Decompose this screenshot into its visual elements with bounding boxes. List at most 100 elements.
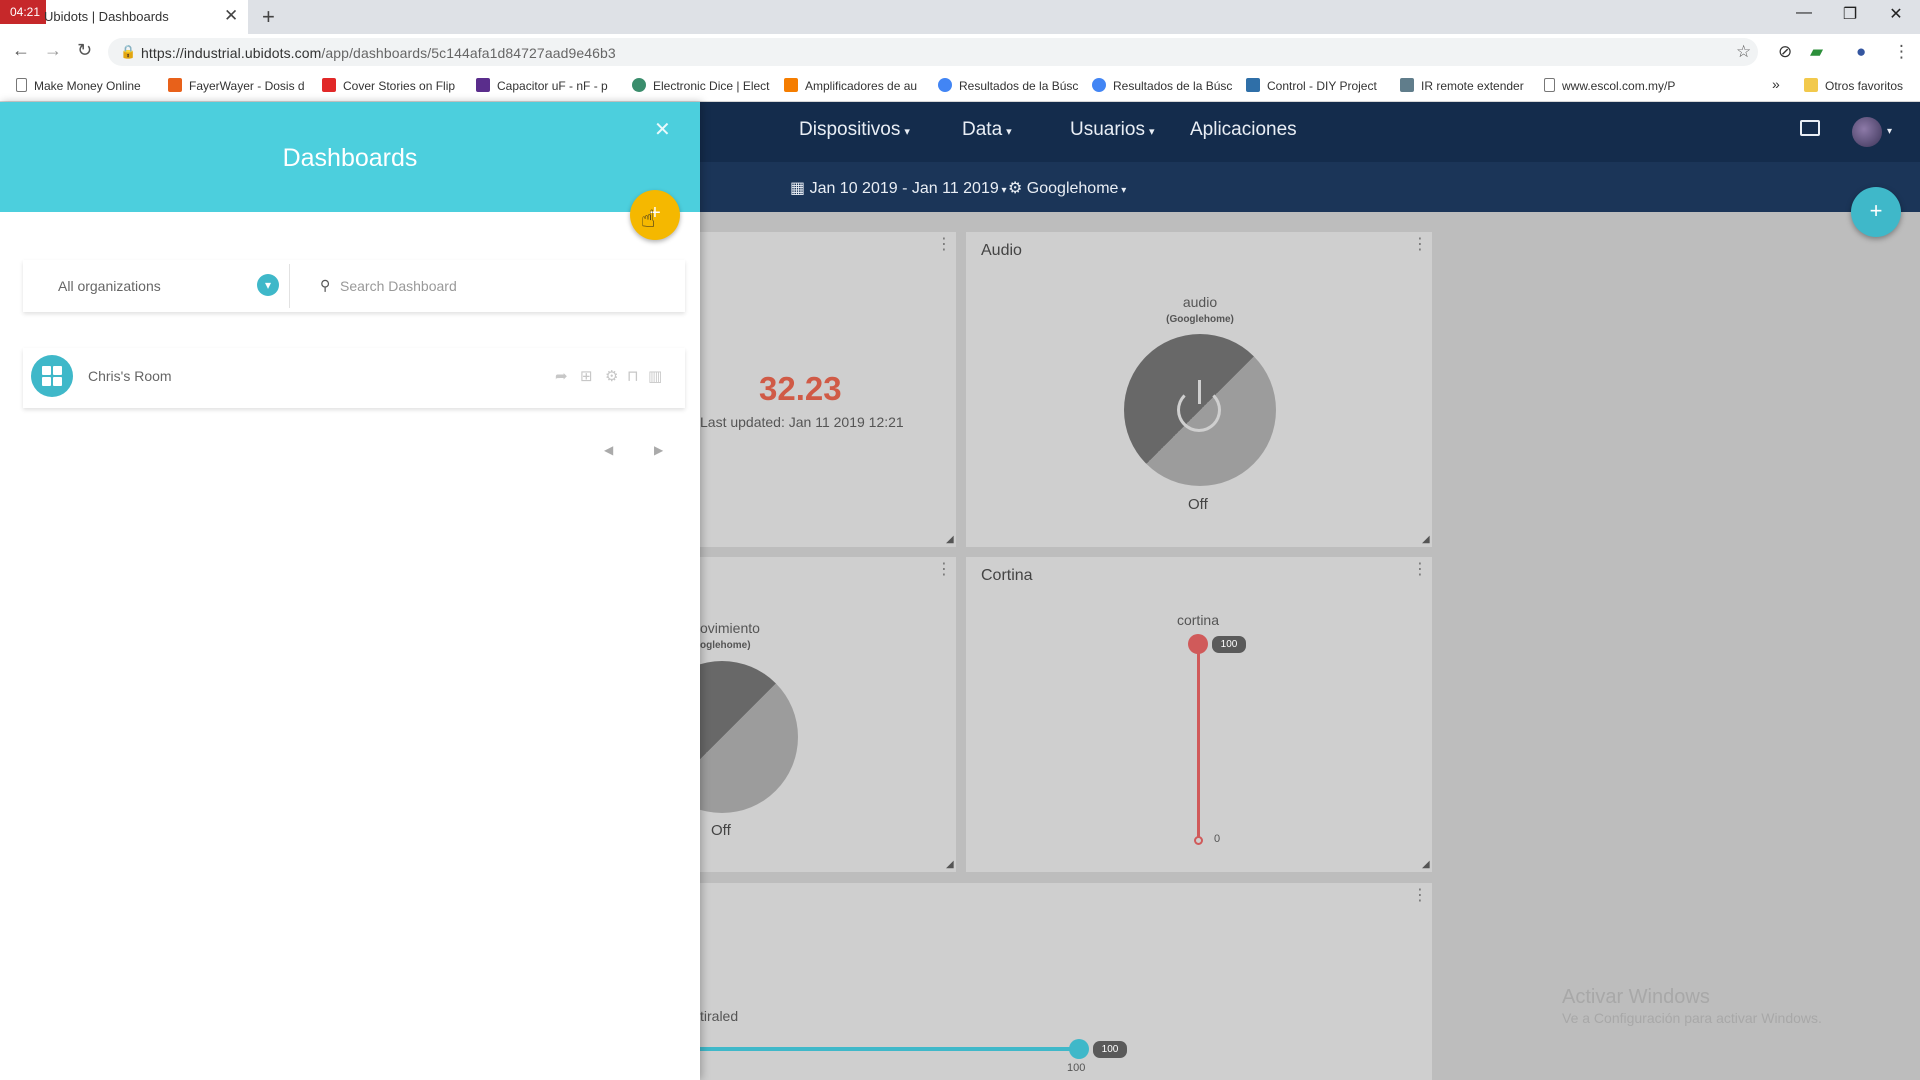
google-icon: [938, 78, 952, 92]
caret-down-icon: ▾: [1118, 185, 1127, 196]
caret-down-icon[interactable]: ▾: [1887, 126, 1892, 137]
search-icon: ⚲: [320, 277, 331, 293]
bookmark-item[interactable]: FayerWayer - Dosis d: [168, 78, 305, 93]
inbox-icon[interactable]: [1800, 120, 1820, 136]
back-icon[interactable]: ←: [12, 40, 30, 61]
tiraled-slider-track[interactable]: [700, 1047, 1080, 1051]
tiraled-slider-handle[interactable]: [1069, 1039, 1089, 1059]
tiraled-value-bubble: 100: [1093, 1041, 1127, 1058]
gear-icon[interactable]: ⚙: [605, 367, 618, 385]
chevron-down-icon[interactable]: ▾: [257, 274, 279, 296]
bookmark-item[interactable]: Resultados de la Búsc: [938, 78, 1078, 93]
bookmark-item[interactable]: www.escol.com.my/P: [1544, 78, 1675, 93]
windows-watermark-subtitle: Ve a Configuración para activar Windows.: [1562, 1010, 1822, 1026]
nav-devices[interactable]: Dispositivos ▾: [799, 119, 910, 141]
avatar[interactable]: [1852, 117, 1882, 147]
new-tab-icon[interactable]: +: [262, 4, 275, 30]
resize-handle-icon[interactable]: ◢: [1422, 859, 1430, 870]
caret-down-icon: ▾: [998, 185, 1007, 196]
bookmark-item[interactable]: Make Money Online: [16, 78, 141, 93]
url-text[interactable]: https://industrial.ubidots.com/app/dashb…: [141, 45, 616, 61]
bookmark-item[interactable]: Amplificadores de au: [784, 78, 917, 93]
caret-down-icon: ▾: [1006, 126, 1012, 138]
bookmark-item[interactable]: Capacitor uF - nF - p: [476, 78, 608, 93]
other-bookmarks[interactable]: Otros favoritos: [1804, 78, 1903, 93]
next-page-icon[interactable]: ▶: [654, 443, 663, 457]
cp-icon: [1246, 78, 1260, 92]
add-widget-button[interactable]: +: [1851, 187, 1901, 237]
forward-icon[interactable]: →: [44, 40, 62, 61]
yahoo-icon: [476, 78, 490, 92]
folder-icon: [1804, 78, 1818, 92]
widget-device-label: oglehome): [700, 640, 751, 651]
widget-menu-icon[interactable]: ⋮: [1412, 562, 1428, 578]
page-icon: [1544, 78, 1555, 92]
windows-watermark-title: Activar Windows: [1562, 986, 1710, 1008]
organization-select[interactable]: All organizations: [58, 278, 161, 294]
widget-device-label: (Googlehome): [1166, 314, 1234, 325]
widget-title: Audio: [981, 242, 1022, 259]
bookmarks-bar: Make Money Online FayerWayer - Dosis d C…: [0, 70, 1920, 102]
resize-handle-icon[interactable]: ◢: [946, 859, 954, 870]
close-panel-icon[interactable]: ✕: [654, 117, 671, 142]
nav-users[interactable]: Usuarios ▾: [1070, 119, 1155, 141]
date-range-picker[interactable]: ▦ Jan 10 2019 - Jan 11 2019 ▾: [790, 178, 1007, 198]
blocker-extension-icon[interactable]: ⊘: [1778, 42, 1792, 62]
minimize-icon[interactable]: —: [1784, 4, 1824, 22]
widget-menu-icon[interactable]: ⋮: [936, 562, 952, 578]
tab-close-icon[interactable]: ✕: [224, 6, 238, 26]
widget-variable-label: audio: [1182, 294, 1218, 310]
blogger-icon: [784, 78, 798, 92]
bookmark-item[interactable]: Cover Stories on Flip: [322, 78, 455, 93]
widget-variable-label: cortina: [1176, 612, 1220, 628]
share-icon[interactable]: ➦: [555, 367, 568, 385]
prev-page-icon[interactable]: ◀: [604, 443, 613, 457]
tiraled-readout: 100: [1067, 1062, 1086, 1074]
hierarchy-icon[interactable]: ⊞: [580, 367, 593, 385]
bookmark-star-icon[interactable]: ☆: [1736, 42, 1751, 62]
cast-extension-icon[interactable]: ▰: [1810, 42, 1823, 62]
bookmark-item[interactable]: Electronic Dice | Elect: [632, 78, 770, 93]
bookmark-item[interactable]: Resultados de la Búsc: [1092, 78, 1232, 93]
filter-divider: [289, 264, 290, 308]
device-selector[interactable]: ⚙ Googlehome ▾: [1008, 178, 1126, 198]
search-dashboard-input[interactable]: [340, 274, 660, 298]
caret-down-icon: ▾: [904, 126, 910, 138]
browser-tab[interactable]: 04:21 Ubidots | Dashboards ✕: [0, 0, 248, 34]
resize-handle-icon[interactable]: ◢: [1422, 534, 1430, 545]
metric-value: 32.23: [759, 370, 842, 407]
tab-title: Ubidots | Dashboards: [44, 9, 169, 24]
reload-icon[interactable]: ↻: [77, 40, 92, 61]
nav-apps[interactable]: Aplicaciones: [1190, 119, 1297, 141]
caret-down-icon: ▾: [1148, 126, 1155, 138]
audio-state: Off: [1188, 496, 1208, 513]
cortina-slider-track[interactable]: [1197, 645, 1200, 841]
lock-icon: 🔒: [120, 44, 137, 59]
widget-variable-label: tiraled: [700, 1008, 739, 1024]
chip-icon: ⚙: [1008, 180, 1027, 197]
trash-icon[interactable]: ▥: [648, 367, 662, 385]
restore-icon[interactable]: ❐: [1830, 4, 1870, 24]
widget-menu-icon[interactable]: ⋮: [1412, 237, 1428, 253]
widget-menu-icon[interactable]: ⋮: [936, 237, 952, 253]
resize-handle-icon[interactable]: ◢: [946, 534, 954, 545]
cortina-slider-handle[interactable]: [1188, 634, 1208, 654]
close-window-icon[interactable]: ✕: [1876, 4, 1916, 24]
fayerwayer-icon: [168, 78, 182, 92]
tab-time-badge: 04:21: [0, 0, 46, 24]
nav-data[interactable]: Data ▾: [962, 119, 1012, 141]
cortina-slider-min-marker: [1194, 836, 1203, 845]
hand-cursor-icon: ☝: [641, 206, 656, 233]
bookmarks-overflow-icon[interactable]: »: [1772, 76, 1780, 92]
browser-menu-icon[interactable]: ⋮: [1893, 42, 1910, 62]
dashboard-name[interactable]: Chris's Room: [88, 368, 172, 384]
dashboard-grid-icon: [31, 355, 73, 397]
lock-open-icon[interactable]: ⊓: [627, 367, 639, 385]
profile-icon[interactable]: ●: [1856, 42, 1866, 62]
bookmark-item[interactable]: IR remote extender: [1400, 78, 1524, 93]
power-icon-line: [1198, 380, 1201, 404]
bookmark-item[interactable]: Control - DIY Project: [1246, 78, 1377, 93]
widget-menu-icon[interactable]: ⋮: [1412, 888, 1428, 904]
dice-icon: [632, 78, 646, 92]
google-icon: [1092, 78, 1106, 92]
